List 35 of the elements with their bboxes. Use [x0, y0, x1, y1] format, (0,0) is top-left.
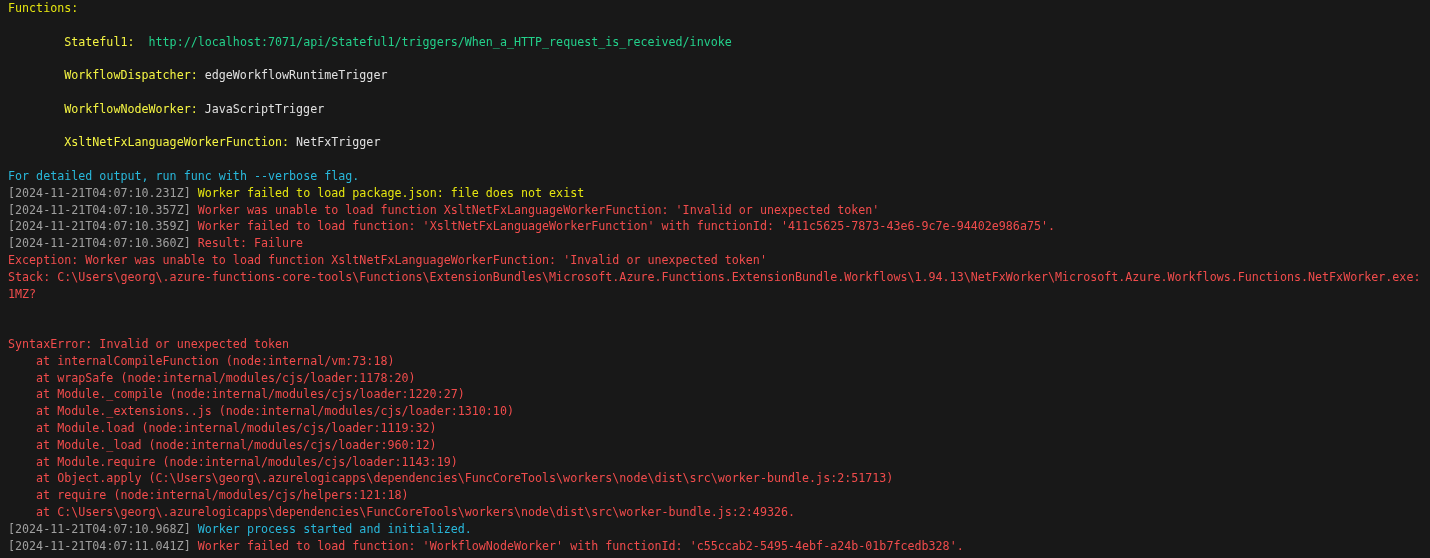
error-text: Stack: C:\Users\georg\.azure-functions-core-tools\Functions\ExtensionBundles\Microsoft.Azure.Functions.ExtensionBundle.Workflows\1.94.13\NetFxWorker\Microsoft.Azure.Workflows.Functions.NetFxWorker.exe:1MZ?	[8, 269, 1421, 301]
stack-frame: at Module.require (node:internal/modules/cjs/loader:1143:19)	[36, 454, 458, 469]
log-message: Worker was unable to load function XsltNetFxLanguageWorkerFunction: 'Invalid or unexpected token'	[197, 201, 880, 219]
stack-frame: at Module.load (node:internal/modules/cjs/loader:1119:32)	[36, 420, 437, 435]
log-message: Worker failed to load function: 'WorkflowNodeWorker' with functionId: 'c55ccab2-5495-4ebf-a24b-01b7fcedb328'.	[197, 537, 964, 555]
log-message: Worker process started and initialized.	[197, 520, 472, 538]
function-trigger: NetFxTrigger	[296, 134, 381, 152]
log-message: Result: Failure	[197, 235, 304, 252]
function-name: XsltNetFxLanguageWorkerFunction:	[64, 134, 290, 152]
stack-frame: at C:\Users\georg\.azurelogicapps\dependencies\FuncCoreTools\workers\node\dist\src\worker-bundle.js:2:49326.	[36, 504, 796, 519]
stack-frame: at Object.apply (C:\Users\georg\.azurelogicapps\dependencies\FuncCoreTools\workers\node\dist\src\worker-bundle.js:2:51713)	[36, 471, 894, 486]
function-trigger: JavaScriptTrigger	[204, 100, 325, 118]
log-message: Worker failed to load function: 'XsltNetFxLanguageWorkerFunction' with functionId: '411c5625-7873-43e6-9c7e-94402e986a75'.	[197, 218, 1056, 236]
stack-frame: at require (node:internal/modules/cjs/helpers:121:18)	[36, 488, 409, 503]
stack-frame: at Module._compile (node:internal/modules/cjs/loader:1220:27)	[36, 387, 465, 402]
stack-frame: at wrapSafe (node:internal/modules/cjs/loader:1178:20)	[36, 370, 416, 385]
timestamp: [2024-11-21T04:07:10.968Z]	[8, 520, 191, 538]
stack-frame: at internalCompileFunction (node:internal/vm:73:18)	[36, 353, 395, 368]
function-name: Stateful1:	[64, 33, 135, 51]
section-heading: Functions:	[8, 0, 79, 17]
stack-frame: at Module._load (node:internal/modules/cjs/loader:960:12)	[36, 437, 437, 452]
error-text: SyntaxError: Invalid or unexpected token	[8, 336, 290, 351]
hint-text: For detailed output, run func with --verbose flag.	[8, 167, 360, 185]
log-message: Worker failed to load package.json: file does not exist	[197, 184, 585, 202]
error-text: Exception: Worker was unable to load function XsltNetFxLanguageWorkerFunction: 'Invalid or unexpected token'	[8, 252, 767, 267]
timestamp: [2024-11-21T04:07:11.041Z]	[8, 537, 191, 555]
function-name: WorkflowDispatcher:	[64, 67, 198, 84]
function-name: WorkflowNodeWorker:	[64, 100, 198, 118]
function-trigger: edgeWorkflowRuntimeTrigger	[204, 67, 388, 84]
timestamp: [2024-11-21T04:07:10.359Z]	[8, 218, 191, 236]
timestamp: [2024-11-21T04:07:10.357Z]	[8, 201, 191, 219]
function-url[interactable]: http://localhost:7071/api/Stateful1/triggers/When_a_HTTP_request_is_received/invoke	[148, 33, 732, 51]
timestamp: [2024-11-21T04:07:10.360Z]	[8, 235, 191, 252]
stack-frame: at Module._extensions..js (node:internal/modules/cjs/loader:1310:10)	[36, 404, 514, 419]
timestamp: [2024-11-21T04:07:10.231Z]	[8, 184, 191, 202]
